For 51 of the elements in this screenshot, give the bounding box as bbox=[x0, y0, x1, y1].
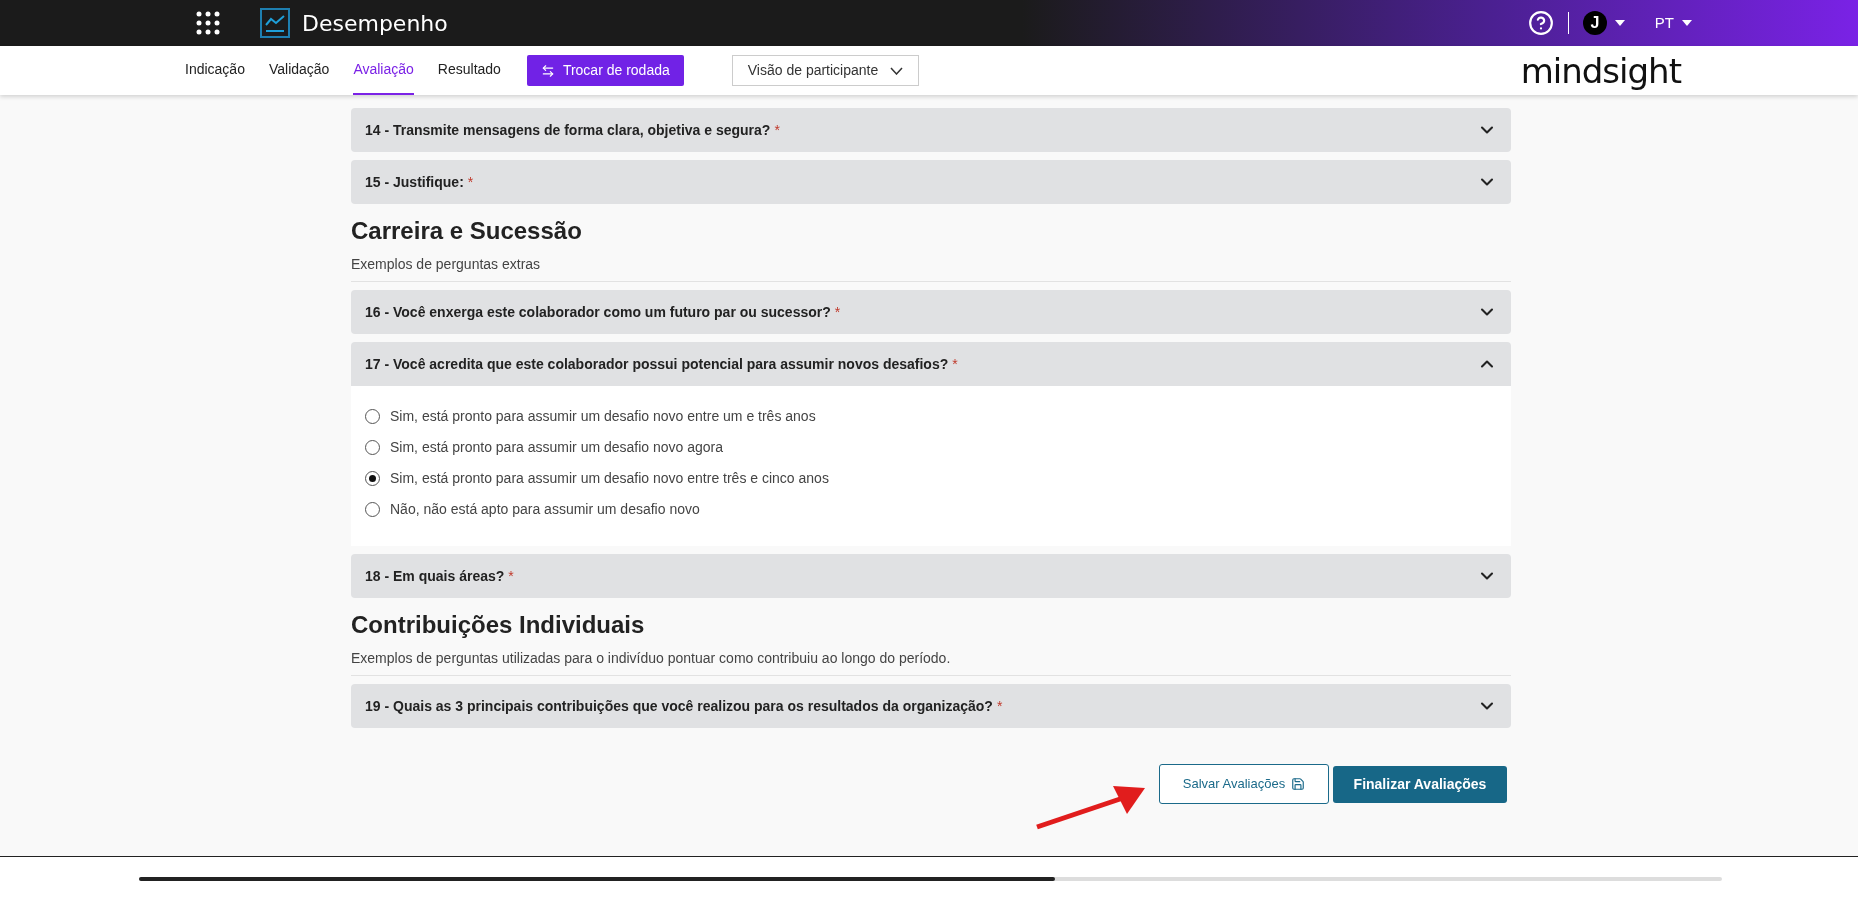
avatar: J bbox=[1582, 11, 1607, 35]
chevron-down-icon bbox=[890, 66, 904, 75]
question-title: 18 - Em quais áreas? bbox=[365, 566, 505, 586]
save-button[interactable]: Salvar Avaliações bbox=[1159, 764, 1329, 804]
apps-grid-icon[interactable] bbox=[196, 11, 220, 35]
question-header[interactable]: 18 - Em quais áreas? * bbox=[351, 554, 1511, 598]
nav-tab[interactable]: Indicação bbox=[185, 46, 245, 95]
question-title: 14 - Transmite mensagens de forma clara, objetiva e segura? bbox=[365, 120, 771, 140]
option-label: Sim, está pronto para assumir um desafio novo entre um e três anos bbox=[390, 407, 816, 426]
question-title: 15 - Justifique: bbox=[365, 172, 464, 192]
option-label: Sim, está pronto para assumir um desafio novo agora bbox=[390, 438, 724, 457]
nav-tab[interactable]: Validação bbox=[268, 46, 330, 95]
required-marker: * bbox=[774, 120, 780, 140]
user-menu[interactable]: J bbox=[1582, 11, 1625, 35]
swap-icon bbox=[540, 63, 555, 78]
question-header[interactable]: 19 - Quais as 3 principais contribuições que você realizou para os resultados da organização? * bbox=[351, 684, 1511, 728]
chart-logo-icon bbox=[260, 8, 290, 38]
section-title: Carreira e Sucessão bbox=[351, 216, 583, 246]
nav-tab[interactable]: Avaliação bbox=[353, 46, 414, 95]
caret-icon bbox=[1614, 20, 1625, 26]
question-header[interactable]: 16 - Você enxerga este colaborador como um futuro par ou sucessor? * bbox=[351, 290, 1511, 334]
finish-button[interactable]: Finalizar Avaliações bbox=[1333, 765, 1507, 803]
radio-button[interactable] bbox=[365, 440, 380, 455]
section-title: Contribuições Individuais bbox=[351, 610, 646, 640]
required-marker: * bbox=[834, 302, 841, 322]
required-marker: * bbox=[952, 354, 958, 374]
help-icon[interactable] bbox=[1527, 10, 1554, 36]
question-title: 17 - Você acredita que este colaborador possui potencial para assumir novos desafios? bbox=[365, 354, 949, 374]
section-description: Exemplos de perguntas utilizadas para o indivíduo pontuar como contribuiu ao longo do período. bbox=[351, 649, 952, 668]
radio-button[interactable] bbox=[365, 409, 380, 424]
app-title: Desempenho bbox=[302, 9, 448, 38]
brand-logo: mindsight bbox=[1520, 53, 1681, 88]
question-header[interactable]: 17 - Você acredita que este colaborador possui potencial para assumir novos desafios? * bbox=[351, 342, 1511, 386]
section-description: Exemplos de perguntas extras bbox=[351, 255, 542, 274]
save-icon bbox=[1291, 777, 1306, 791]
nav-tab[interactable]: Resultado bbox=[437, 46, 501, 95]
question-title: 19 - Quais as 3 principais contribuições que você realizou para os resultados da organização? bbox=[365, 696, 993, 716]
required-marker: * bbox=[996, 696, 1003, 716]
language-menu[interactable]: PT bbox=[1654, 11, 1692, 35]
question-header[interactable]: 14 - Transmite mensagens de forma clara, objetiva e segura? * bbox=[351, 108, 1511, 152]
option-label: Não, não está apto para assumir um desafio novo bbox=[390, 500, 700, 519]
required-marker: * bbox=[508, 566, 514, 586]
radio-button[interactable] bbox=[365, 471, 380, 486]
option-label: Sim, está pronto para assumir um desafio novo entre três e cinco anos bbox=[390, 469, 829, 488]
required-marker: * bbox=[467, 172, 474, 192]
caret-icon bbox=[1682, 20, 1692, 26]
question-header[interactable]: 15 - Justifique: * bbox=[351, 160, 1511, 204]
radio-button[interactable] bbox=[365, 502, 380, 517]
question-title: 16 - Você enxerga este colaborador como um futuro par ou sucessor? bbox=[365, 302, 831, 322]
switch-round-button[interactable]: Trocar de rodada bbox=[526, 55, 684, 86]
view-select[interactable]: Visão de participante bbox=[731, 55, 920, 86]
